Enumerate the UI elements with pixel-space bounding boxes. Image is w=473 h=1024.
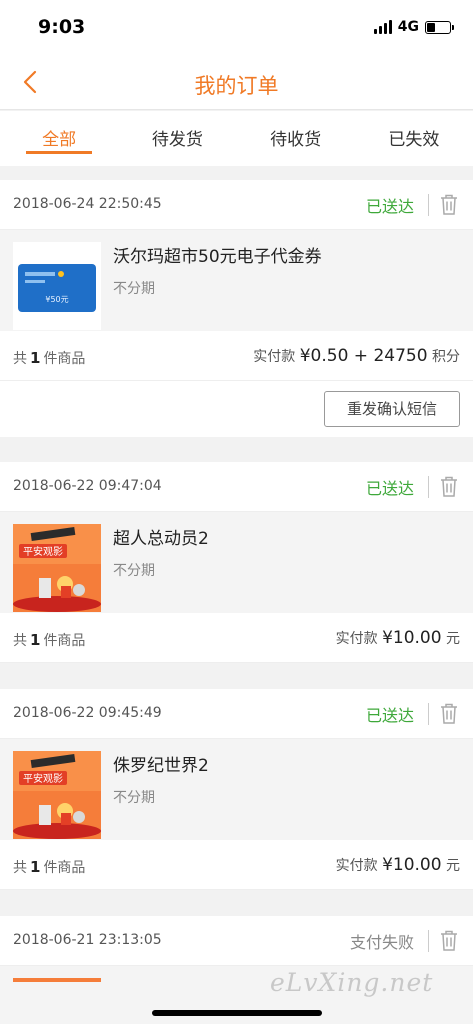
order-item[interactable]: ¥50元 沃尔玛超市50元电子代金券 不分期	[0, 230, 473, 331]
movie-ticket-thumbnail: 平安观影	[13, 751, 101, 839]
order-card[interactable]: 2018-06-24 22:50:45 已送达 ¥50元 沃尔玛超市50元电子代…	[0, 180, 473, 437]
order-summary: 共 1 件商品 实付款 ¥10.00 元	[0, 613, 473, 663]
svg-text:¥50元: ¥50元	[45, 295, 68, 304]
tab-all[interactable]: 全部	[0, 111, 118, 166]
item-count: 共 1 件商品	[13, 349, 86, 367]
tab-label: 待收货	[270, 130, 322, 150]
svg-text:平安观影: 平安观影	[23, 772, 63, 785]
movie-ticket-thumbnail: 平安观影	[13, 524, 101, 612]
nav-bar: 我的订单	[0, 56, 473, 110]
item-count: 共 1 件商品	[13, 858, 86, 876]
order-actions: 重发确认短信	[0, 381, 473, 437]
tab-expired[interactable]: 已失效	[355, 111, 473, 166]
battery-icon	[425, 20, 454, 34]
trash-icon[interactable]	[439, 702, 459, 724]
order-status: 已送达	[365, 197, 414, 216]
installment-text: 不分期	[113, 790, 155, 806]
resend-sms-button[interactable]: 重发确认短信	[324, 391, 460, 427]
order-date: 2018-06-22 09:47:04	[13, 478, 162, 494]
payment-total: 实付款 ¥10.00 元	[335, 855, 460, 875]
order-summary: 共 1 件商品 实付款 ¥0.50 + 24750 积分	[0, 331, 473, 381]
home-indicator[interactable]	[152, 1010, 322, 1016]
tab-pending-shipment[interactable]: 待发货	[118, 111, 236, 166]
watermark: eLvXing.net	[270, 968, 434, 997]
tab-label: 待发货	[151, 130, 203, 150]
order-item[interactable]: 平安观影 超人总动员2 不分期	[0, 512, 473, 613]
order-date: 2018-06-24 22:50:45	[13, 196, 162, 212]
item-count: 共 1 件商品	[13, 631, 86, 649]
walmart-voucher-thumbnail: ¥50元	[13, 242, 101, 330]
installment-text: 不分期	[113, 281, 155, 297]
gift-card-image: ¥50元	[18, 264, 96, 312]
order-status: 已送达	[365, 479, 414, 498]
order-tabs: 全部 待发货 待收货 已失效	[0, 111, 473, 166]
item-name: 沃尔玛超市50元电子代金券	[113, 247, 322, 267]
order-card[interactable]: 2018-06-22 09:45:49 已送达 平安观影 侏罗纪世界2 不分期	[0, 689, 473, 890]
movie-ticket-thumbnail	[13, 978, 101, 982]
divider	[428, 703, 429, 725]
status-indicators: 4G	[373, 19, 454, 35]
signal-icon	[373, 20, 392, 34]
trash-icon[interactable]	[439, 929, 459, 951]
order-header: 2018-06-22 09:45:49 已送达	[0, 689, 473, 739]
tab-active-underline	[26, 151, 93, 154]
payment-total: 实付款 ¥10.00 元	[335, 628, 460, 648]
divider	[428, 194, 429, 216]
tab-pending-receipt[interactable]: 待收货	[237, 111, 355, 166]
tab-label: 已失效	[388, 130, 440, 150]
order-status: 支付失败	[349, 933, 414, 952]
divider	[428, 476, 429, 498]
trash-icon[interactable]	[439, 475, 459, 497]
trash-icon[interactable]	[439, 193, 459, 215]
order-header: 2018-06-24 22:50:45 已送达	[0, 180, 473, 230]
payment-total: 实付款 ¥0.50 + 24750 积分	[253, 346, 460, 366]
svg-text:平安观影: 平安观影	[23, 545, 63, 558]
item-name: 超人总动员2	[113, 529, 209, 549]
status-bar: 9:03 4G	[0, 0, 473, 56]
movie-poster-image: 平安观影	[13, 751, 101, 839]
order-card[interactable]: 2018-06-22 09:47:04 已送达 平安观影 超人总动员2 不分期	[0, 462, 473, 663]
order-header: 2018-06-21 23:13:05 支付失败	[0, 916, 473, 966]
order-date: 2018-06-21 23:13:05	[13, 932, 162, 948]
order-header: 2018-06-22 09:47:04 已送达	[0, 462, 473, 512]
order-summary: 共 1 件商品 实付款 ¥10.00 元	[0, 840, 473, 890]
installment-text: 不分期	[113, 563, 155, 579]
divider	[428, 930, 429, 952]
movie-poster-image: 平安观影	[13, 524, 101, 612]
order-status: 已送达	[365, 706, 414, 725]
tab-label: 全部	[42, 130, 77, 150]
item-name: 侏罗纪世界2	[113, 756, 209, 776]
order-date: 2018-06-22 09:45:49	[13, 705, 162, 721]
page-title: 我的订单	[194, 74, 279, 98]
network-type: 4G	[397, 19, 419, 35]
status-time: 9:03	[38, 16, 86, 38]
order-item[interactable]: 平安观影 侏罗纪世界2 不分期	[0, 739, 473, 840]
